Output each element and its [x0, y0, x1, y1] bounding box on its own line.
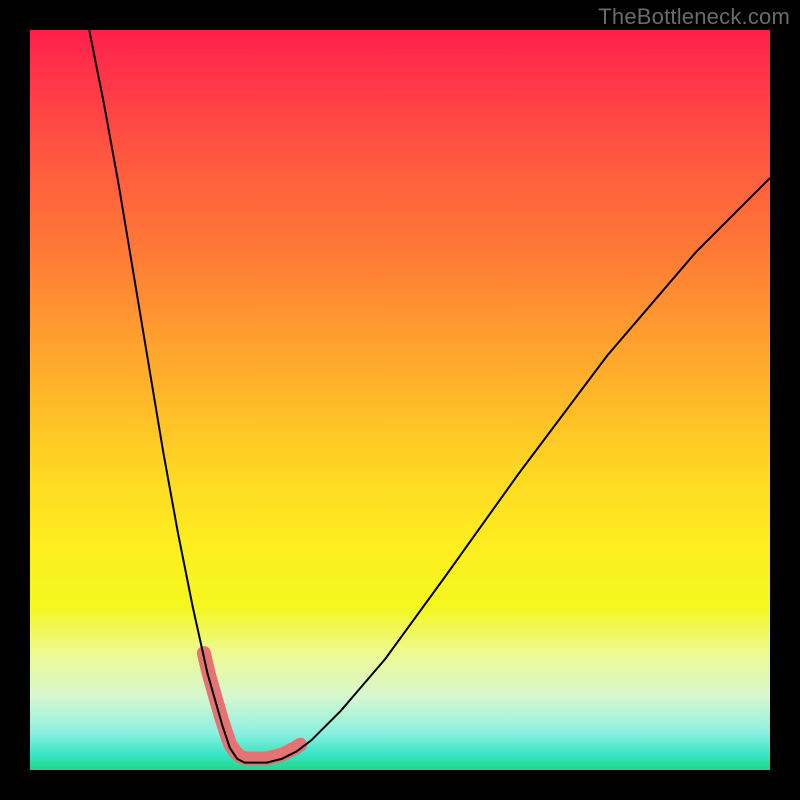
chart-frame: TheBottleneck.com — [0, 0, 800, 800]
plot-area — [30, 30, 770, 770]
watermark-text: TheBottleneck.com — [598, 4, 790, 30]
bottleneck-curve — [89, 30, 770, 763]
curve-layer — [30, 30, 770, 770]
highlight-arc — [204, 653, 300, 759]
